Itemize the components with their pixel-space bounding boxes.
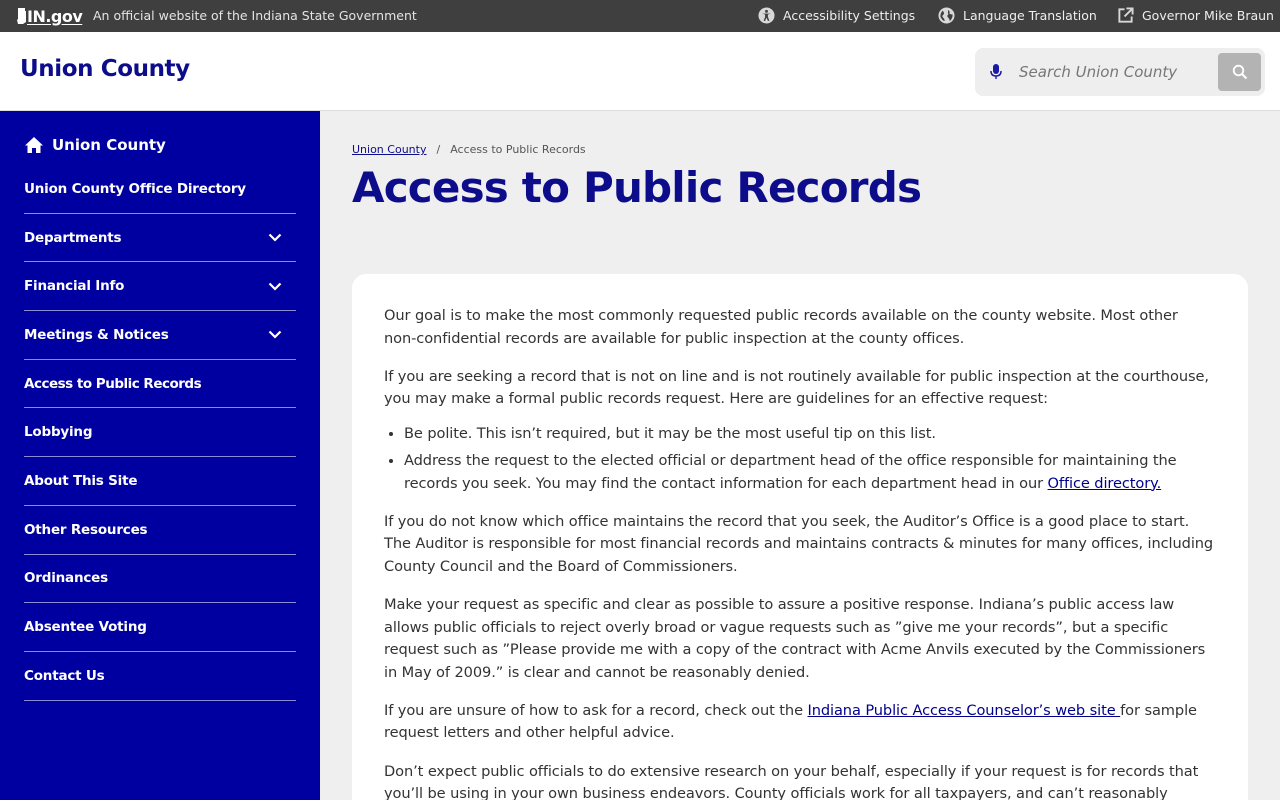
office-directory-link[interactable]: Office directory. [1048, 475, 1162, 492]
search-input[interactable] [1019, 60, 1187, 84]
language-translation-label: Language Translation [963, 8, 1097, 23]
governor-link[interactable]: Governor Mike Braun [1117, 7, 1274, 24]
sidebar-item-absentee-voting[interactable]: Absentee Voting [24, 603, 296, 652]
site-title[interactable]: Union County [20, 56, 190, 82]
search-icon [1232, 64, 1247, 80]
paragraph-research: Don’t expect public officials to do exte… [384, 762, 1199, 800]
sidebar-item-label: Departments [24, 229, 122, 246]
sidebar-item-office-directory[interactable]: Union County Office Directory [24, 165, 296, 214]
sidebar-item-contact-us[interactable]: Contact Us [24, 652, 296, 701]
sidebar-item-label: Union County Office Directory [24, 180, 246, 197]
breadcrumb-home-link[interactable]: Union County [352, 143, 426, 156]
governor-label: Governor Mike Braun [1142, 8, 1274, 23]
sidebar-home-link[interactable]: Union County [24, 136, 166, 154]
sidebar-item-label: Meetings & Notices [24, 326, 169, 343]
globe-icon [938, 7, 955, 24]
sidebar-item-label: Lobbying [24, 424, 93, 441]
sidebar-item-label: About This Site [24, 472, 138, 489]
accessibility-settings-label: Accessibility Settings [783, 8, 916, 23]
state-bar: IN.gov An official website of the Indian… [0, 0, 1280, 32]
breadcrumb: Union County / Access to Public Records [352, 143, 586, 156]
sidebar-item-ordinances[interactable]: Ordinances [24, 555, 296, 604]
sidebar-menu: Union County Office Directory Department… [24, 165, 296, 701]
site-header: Union County [0, 32, 1280, 111]
ingov-brand: IN.gov [27, 6, 83, 26]
sidebar-item-meetings-notices[interactable]: Meetings & Notices [24, 311, 296, 360]
paragraph-specific-request: Make your request as specific and clear … [384, 595, 1206, 681]
paragraph-auditor: If you do not know which office maintain… [384, 512, 1214, 575]
chevron-down-icon[interactable] [268, 233, 282, 242]
external-link-icon [1118, 7, 1134, 23]
sidebar-item-label: Contact Us [24, 667, 105, 684]
public-access-counselor-link[interactable]: Indiana Public Access Counselor’s web si… [807, 702, 1120, 719]
breadcrumb-current: Access to Public Records [450, 143, 586, 156]
sidebar-item-access-public-records[interactable]: Access to Public Records [24, 360, 296, 409]
sidebar-item-about-site[interactable]: About This Site [24, 457, 296, 506]
chevron-down-icon[interactable] [268, 330, 282, 339]
list-item: Address the request to the elected offic… [404, 450, 1214, 495]
content-card: Our goal is to make the most commonly re… [352, 274, 1248, 800]
guidelines-list: Be polite. This isn’t required, but it m… [404, 423, 1214, 495]
indiana-state-icon [17, 8, 26, 24]
sidebar-nav: Union County Union County Office Directo… [0, 111, 320, 800]
sidebar-item-other-resources[interactable]: Other Resources [24, 506, 296, 555]
sidebar-item-label: Absentee Voting [24, 619, 147, 636]
sidebar-item-label: Access to Public Records [24, 375, 202, 392]
search-button[interactable] [1218, 53, 1261, 91]
ingov-logo[interactable]: IN.gov [16, 5, 83, 27]
sidebar-home-label: Union County [52, 136, 166, 154]
list-item: Be polite. This isn’t required, but it m… [404, 423, 1214, 446]
paragraph-request-guidelines: If you are seeking a record that is not … [384, 367, 1209, 408]
paragraph-intro: Our goal is to make the most commonly re… [384, 307, 1178, 347]
page-title: Access to Public Records [352, 163, 922, 212]
accessibility-settings-link[interactable]: Accessibility Settings [758, 7, 915, 24]
search-bar [975, 48, 1265, 96]
paragraph-text: If you are unsure of how to ask for a re… [384, 701, 808, 719]
article-body: Our goal is to make the most commonly re… [384, 305, 1214, 800]
home-icon [25, 137, 43, 153]
sidebar-item-label: Ordinances [24, 570, 108, 587]
sidebar-item-label: Other Resources [24, 521, 148, 538]
official-website-notice: An official website of the Indiana State… [93, 8, 417, 23]
paragraph-access-counselor: If you are unsure of how to ask for a re… [384, 700, 1214, 745]
accessibility-icon [758, 7, 775, 24]
chevron-down-icon[interactable] [268, 282, 282, 291]
sidebar-item-lobbying[interactable]: Lobbying [24, 408, 296, 458]
language-translation-link[interactable]: Language Translation [938, 7, 1097, 24]
microphone-icon[interactable] [989, 62, 1003, 82]
sidebar-item-financial-info[interactable]: Financial Info [24, 262, 296, 312]
sidebar-item-departments[interactable]: Departments [24, 214, 296, 263]
breadcrumb-separator: / [436, 143, 441, 156]
sidebar-item-label: Financial Info [24, 278, 125, 295]
